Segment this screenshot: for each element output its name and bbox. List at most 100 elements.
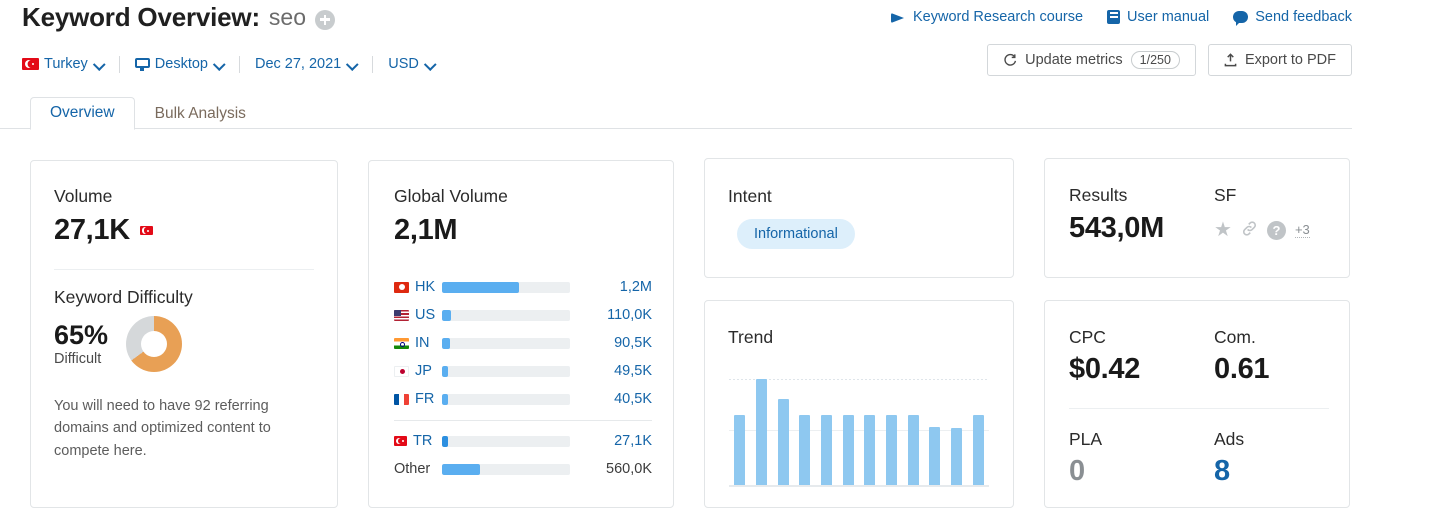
trend-bar[interactable]	[820, 415, 832, 485]
filter-date-label: Dec 27, 2021	[254, 56, 342, 72]
country-code: US	[394, 307, 442, 323]
tab-overview-label: Overview	[50, 104, 115, 121]
com-cell: Com. 0.61	[1214, 327, 1359, 386]
filter-divider	[238, 55, 240, 73]
global-volume-row[interactable]: Other 560,0K	[394, 455, 652, 483]
trend-bar[interactable]	[907, 415, 919, 485]
header-links: Keyword Research course User manual Send…	[890, 9, 1352, 26]
refresh-icon	[1003, 53, 1017, 67]
chevron-down-icon	[215, 60, 224, 69]
global-volume-row[interactable]: FR 40,5K	[394, 385, 652, 413]
chevron-down-icon	[95, 60, 104, 69]
trend-bar-slot	[902, 379, 924, 485]
trend-bar[interactable]	[799, 415, 811, 485]
volume-bar-fill	[442, 281, 519, 293]
volume-value: 90,5K	[614, 335, 652, 351]
page-title: Keyword Overview: seo	[22, 2, 336, 33]
upload-icon	[1224, 53, 1237, 67]
filter-country[interactable]: Turkey	[22, 56, 104, 72]
link-keyword-research-course[interactable]: Keyword Research course	[890, 9, 1084, 25]
ads-value[interactable]: 8	[1214, 455, 1359, 488]
page-header: Keyword Overview: seo Turkey Desktop Dec…	[0, 0, 1432, 90]
keyword-difficulty-level: Difficult	[54, 351, 102, 368]
link-send-feedback[interactable]: Send feedback	[1233, 9, 1352, 26]
question-mark-icon[interactable]: ?	[1266, 220, 1286, 240]
link-label: Send feedback	[1255, 9, 1352, 25]
global-volume-row[interactable]: IN 90,5K	[394, 329, 652, 357]
trend-bar-slot	[881, 379, 903, 485]
tab-bulk-analysis-label: Bulk Analysis	[154, 105, 246, 122]
filter-country-label: Turkey	[44, 56, 88, 72]
trend-bar[interactable]	[734, 415, 746, 485]
filter-currency[interactable]: USD	[388, 56, 435, 72]
filter-currency-label: USD	[388, 56, 419, 72]
cpc-label: CPC	[1069, 327, 1106, 347]
page-title-keyword: seo	[268, 4, 307, 30]
global-volume-row[interactable]: US 110,0K	[394, 301, 652, 329]
add-keyword-icon[interactable]	[315, 9, 336, 30]
intent-card: Intent Informational	[704, 158, 1014, 278]
volume-bar-track	[442, 309, 570, 321]
global-volume-country-list: HK 1,2M US 110,0K IN 90,5K JP 49,5K FR 40,5K TR 27,…	[394, 273, 652, 483]
country-code-label: TR	[413, 433, 433, 449]
sf-more-count[interactable]: +3	[1294, 222, 1310, 238]
japan-flag-icon	[394, 365, 409, 377]
volume-value: 27,1K	[614, 433, 652, 449]
link-user-manual[interactable]: User manual	[1107, 9, 1209, 25]
pla-value: 0	[1069, 455, 1085, 487]
trend-bar[interactable]	[929, 427, 941, 485]
india-flag-icon	[394, 337, 409, 349]
chevron-down-icon	[426, 60, 435, 69]
book-icon	[1107, 10, 1121, 24]
update-metrics-count: 1/250	[1130, 51, 1180, 69]
global-volume-row[interactable]: TR 27,1K	[394, 427, 652, 455]
divider	[1069, 408, 1329, 409]
tab-overview[interactable]: Overview	[30, 97, 135, 130]
monitor-icon	[134, 57, 150, 71]
tab-bar: Overview Bulk Analysis	[0, 97, 1352, 130]
volume-bar-track	[442, 337, 570, 349]
filter-device[interactable]: Desktop	[134, 56, 224, 72]
keyword-difficulty-label: Keyword Difficulty	[54, 287, 193, 307]
trend-bar-slot	[967, 379, 989, 485]
results-column: Results 543,0M	[1069, 185, 1214, 245]
global-volume-row[interactable]: JP 49,5K	[394, 357, 652, 385]
update-metrics-button[interactable]: Update metrics 1/250	[987, 44, 1196, 76]
volume-bar-fill	[442, 435, 449, 447]
cpc-row-top: CPC $0.42 Com. 0.61	[1069, 327, 1359, 386]
trend-bar[interactable]	[885, 415, 897, 485]
intent-badge[interactable]: Informational	[737, 219, 855, 249]
country-code-label: IN	[415, 335, 430, 351]
export-pdf-button[interactable]: Export to PDF	[1207, 44, 1352, 76]
trend-bar[interactable]	[777, 399, 789, 485]
star-icon[interactable]: ★	[1214, 220, 1232, 240]
results-card: Results 543,0M SF ★ ? +3	[1044, 158, 1350, 278]
link-label: Keyword Research course	[912, 9, 1084, 25]
hongkong-flag-icon	[394, 281, 409, 293]
country-code-label: HK	[415, 279, 436, 295]
filter-divider	[118, 55, 120, 73]
trend-bar[interactable]	[950, 428, 962, 485]
global-volume-row[interactable]: HK 1,2M	[394, 273, 652, 301]
trend-bar-slot	[816, 379, 838, 485]
filter-date[interactable]: Dec 27, 2021	[255, 56, 357, 72]
volume-value: 110,0K	[607, 307, 652, 323]
page-title-prefix: Keyword Overview:	[22, 2, 260, 32]
country-code-label: JP	[415, 363, 432, 379]
trend-bar-slot	[859, 379, 881, 485]
tab-bulk-analysis[interactable]: Bulk Analysis	[135, 98, 266, 130]
divider	[394, 420, 652, 421]
country-code: IN	[394, 335, 442, 351]
trend-bar[interactable]	[842, 415, 854, 485]
link-icon[interactable]	[1241, 221, 1258, 239]
trend-bar[interactable]	[972, 415, 984, 485]
trend-bar[interactable]	[755, 379, 767, 485]
cpc-row-bottom: PLA 0 Ads 8	[1069, 429, 1359, 488]
volume-bar-track	[442, 393, 570, 405]
country-code: FR	[394, 391, 442, 407]
trend-bar[interactable]	[864, 415, 876, 485]
graduation-cap-icon	[890, 11, 906, 23]
volume-value: 40,5K	[614, 391, 652, 407]
volume-bar-fill	[442, 309, 451, 321]
pla-label: PLA	[1069, 429, 1103, 449]
